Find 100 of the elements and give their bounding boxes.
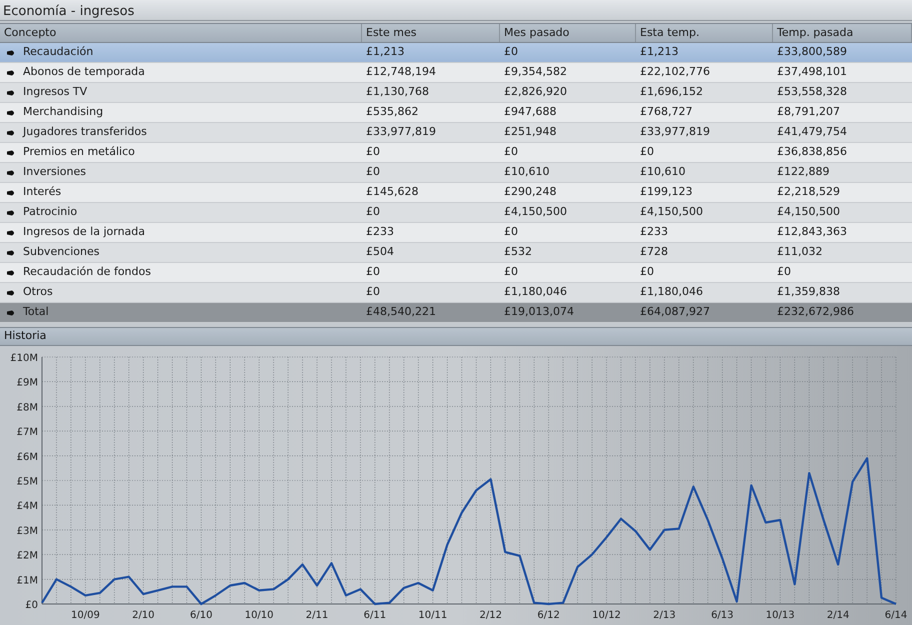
table-cell-text: £36,838,856 — [777, 144, 847, 160]
table-cell-text: £12,748,194 — [366, 64, 436, 80]
y-axis-label: £8M — [16, 402, 38, 414]
y-axis-label: £1M — [16, 575, 38, 586]
row-label: Ingresos TV — [23, 84, 88, 100]
column-header[interactable]: Esta temp. — [636, 24, 773, 42]
y-axis-label: £2M — [16, 550, 38, 562]
y-axis-label: £6M — [16, 452, 38, 463]
table-cell-text: £1,213 — [366, 44, 404, 60]
table-row[interactable]: Jugadores transferidos £33,977,819 £251,948 £33,977,819 £41,479,754 — [0, 123, 912, 143]
bullet-icon — [7, 110, 16, 116]
row-label: Otros — [23, 284, 53, 300]
row-label: Jugadores transferidos — [23, 124, 147, 140]
table-cell-text: £12,843,363 — [777, 224, 847, 240]
table-row[interactable]: Recaudación de fondos £0 £0 £0 £0 — [0, 263, 912, 283]
x-axis-label: 6/14 — [884, 610, 908, 621]
row-label: Merchandising — [23, 104, 104, 120]
table-row[interactable]: Recaudación £1,213 £0 £1,213 £33,800,589 — [0, 43, 912, 63]
column-header[interactable]: Mes pasado — [500, 24, 636, 42]
table-cell-text: £0 — [366, 284, 380, 300]
y-axis-label: £3M — [16, 526, 38, 537]
table-cell-text: £0 — [504, 264, 518, 280]
table-cell-text: £10,610 — [640, 164, 686, 180]
table-row[interactable]: Abonos de temporada £12,748,194 £9,354,582 £22,102,776 £37,498,101 — [0, 63, 912, 83]
row-label: Patrocinio — [23, 204, 78, 220]
row-label: Subvenciones — [23, 244, 100, 260]
window-title: Economía - ingresos — [3, 5, 134, 18]
table-cell-text: £1,359,838 — [777, 284, 840, 300]
x-axis-label: 10/12 — [592, 610, 621, 621]
table-cell-text: £122,889 — [777, 164, 830, 180]
column-header[interactable]: Concepto — [0, 24, 362, 42]
x-axis-label: 6/10 — [190, 610, 212, 621]
table-cell-text: £233 — [640, 224, 668, 240]
table-cell-text: £1,130,768 — [366, 84, 429, 100]
table-cell-text: £33,800,589 — [777, 44, 847, 60]
table-cell-text: £48,540,221 — [366, 304, 436, 320]
y-axis-label: £4M — [16, 501, 38, 512]
x-axis-label: 2/10 — [132, 610, 155, 621]
row-label: Premios en metálico — [23, 144, 135, 160]
x-axis-label: 10/13 — [766, 610, 795, 621]
x-axis-label: 10/09 — [71, 610, 100, 621]
table-cell-text: £53,558,328 — [777, 84, 847, 100]
table-row[interactable]: Premios en metálico £0 £0 £0 £36,838,856 — [0, 143, 912, 163]
table-cell-text: £0 — [366, 144, 380, 160]
row-label: Inversiones — [23, 164, 86, 180]
table-row[interactable]: Interés £145,628 £290,248 £199,123 £2,218,529 — [0, 183, 912, 203]
table-cell-text: £33,977,819 — [640, 124, 710, 140]
row-label: Abonos de temporada — [23, 64, 145, 80]
table-cell-text: £4,150,500 — [777, 204, 840, 220]
table-cell-text: £199,123 — [640, 184, 692, 200]
bullet-icon — [7, 310, 16, 316]
x-axis-label: 10/10 — [244, 610, 274, 621]
row-label: Recaudación — [23, 44, 94, 60]
bullet-icon — [7, 90, 16, 96]
table-cell-text: £0 — [640, 144, 654, 160]
table-cell-text: £0 — [366, 164, 380, 180]
bullet-icon — [7, 230, 16, 236]
bullet-icon — [7, 210, 16, 216]
table-cell-text: £1,180,046 — [640, 284, 703, 300]
column-header[interactable]: Temp. pasada — [773, 24, 912, 42]
table-cell-text: £64,087,927 — [640, 304, 710, 320]
bullet-icon — [7, 250, 16, 256]
table-cell-text: £535,862 — [366, 104, 418, 120]
bullet-icon — [7, 70, 16, 76]
table-cell-text: £41,479,754 — [777, 124, 847, 140]
table-cell-text: £22,102,776 — [640, 64, 710, 80]
bullet-icon — [7, 50, 16, 56]
table-row[interactable]: Inversiones £0 £10,610 £10,610 £122,889 — [0, 163, 912, 183]
table-cell-text: £1,180,046 — [504, 284, 567, 300]
table-cell-text: £2,218,529 — [777, 184, 840, 200]
bullet-icon — [7, 150, 16, 156]
table-cell-text: £4,150,500 — [640, 204, 703, 220]
x-axis-label: 2/12 — [479, 610, 502, 621]
table-cell-text: £11,032 — [777, 244, 822, 260]
bullet-icon — [7, 170, 16, 176]
table-row[interactable]: Otros £0 £1,180,046 £1,180,046 £1,359,838 — [0, 283, 912, 303]
table-cell-text: £0 — [366, 264, 380, 280]
table-row[interactable]: Patrocinio £0 £4,150,500 £4,150,500 £4,150,500 — [0, 203, 912, 223]
table-cell-text: £947,688 — [504, 104, 556, 120]
bullet-icon — [7, 270, 16, 276]
table-cell-text: £8,791,207 — [777, 104, 840, 120]
table-row[interactable]: Merchandising £535,862 £947,688 £768,727 £8,791,207 — [0, 103, 912, 123]
y-axis-label: £7M — [16, 427, 38, 438]
table-cell-text: £1,213 — [640, 44, 678, 60]
table-cell-text: £233 — [366, 224, 394, 240]
table-cell-text: £0 — [504, 44, 518, 60]
y-axis-label: £9M — [16, 378, 38, 389]
x-axis-label: 10/11 — [418, 610, 448, 621]
table-cell-text: £37,498,101 — [777, 64, 847, 80]
x-axis-label: 6/13 — [711, 610, 734, 621]
row-label: Recaudación de fondos — [23, 264, 151, 280]
table-row[interactable]: Ingresos de la jornada £233 £0 £233 £12,843,363 — [0, 223, 912, 243]
table-cell-text: £0 — [777, 264, 791, 280]
column-header[interactable]: Este mes — [362, 24, 500, 42]
table-row[interactable]: Subvenciones £504 £532 £728 £11,032 — [0, 243, 912, 263]
table-cell-text: £1,696,152 — [640, 84, 703, 100]
total-row[interactable]: Total £48,540,221 £19,013,074 £64,087,927 £232,672,986 — [0, 303, 912, 323]
table-row[interactable]: Ingresos TV £1,130,768 £2,826,920 £1,696,152 £53,558,328 — [0, 83, 912, 103]
table-cell-text: £9,354,582 — [504, 64, 567, 80]
row-label: Total — [23, 304, 49, 320]
